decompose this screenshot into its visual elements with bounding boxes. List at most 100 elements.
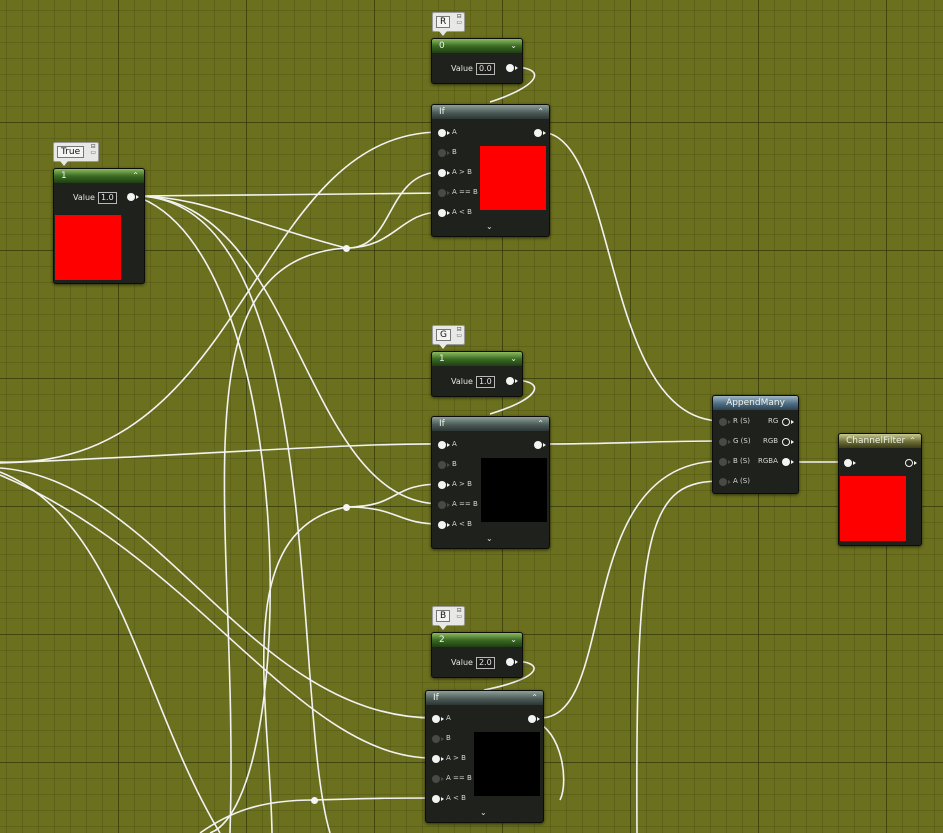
pin-label: R (S) [733,417,750,425]
input-pin-g[interactable] [719,438,731,446]
node-header[interactable]: If ⌃ [432,417,549,431]
input-pin-a[interactable] [438,129,450,137]
node-header[interactable]: AppendMany [713,396,798,410]
comment-text: R [436,16,451,28]
output-pin[interactable] [506,64,518,72]
comment-tail [439,625,447,630]
comment-options-icon[interactable]: ⊟ ▭ [90,144,96,156]
reroute-node[interactable] [311,797,318,804]
input-pin-b[interactable] [438,461,450,469]
output-pin[interactable] [506,377,518,385]
wire-if-b-to-append-b [539,460,723,719]
output-pin[interactable] [534,441,546,449]
output-pin-rg[interactable] [782,418,794,426]
pin-label: A [446,714,451,722]
chevron-down-icon[interactable]: ⌄ [486,534,493,543]
constant-node-r[interactable]: 0 ⌄ Value 0.0 [431,38,523,84]
chevron-up-icon[interactable]: ⌃ [909,434,916,448]
comment-text: True [57,146,85,158]
comment-true[interactable]: True ⊟ ▭ [53,142,99,166]
constant-node-b[interactable]: 2 ⌄ Value 2.0 [431,632,523,678]
wire-left-down [0,471,221,833]
constant-node-g[interactable]: 1 ⌄ Value 1.0 [431,351,523,397]
comment-b[interactable]: B ⊟ ▭ [432,606,465,630]
comment-options-icon[interactable]: ⊟ ▭ [456,608,462,620]
value-row: Value 1.0 [451,376,495,388]
if-node-g[interactable]: If ⌃ A B A > B A == B A < B ⌄ [431,416,550,549]
constant-node-true[interactable]: 1 ⌃ Value 1.0 [53,168,145,284]
chevron-down-icon[interactable]: ⌄ [510,352,517,366]
output-pin-rgba[interactable] [782,458,794,466]
chevron-up-icon[interactable]: ⌃ [132,169,139,183]
value-field[interactable]: 2.0 [475,657,495,669]
output-pin[interactable] [534,129,546,137]
input-pin-a-less-b[interactable] [438,521,450,529]
pin-label: A == B [446,774,472,782]
input-pin-r[interactable] [719,418,731,426]
chevron-down-icon[interactable]: ⌄ [480,808,487,817]
node-header[interactable]: 2 ⌄ [432,633,522,647]
comment-g[interactable]: G ⊟ ▭ [432,325,465,349]
pin-label: A [452,128,457,136]
input-pin-a-equals-b[interactable] [432,775,444,783]
pin-label: G (S) [733,437,751,445]
node-header[interactable]: If ⌃ [432,105,549,119]
node-title: AppendMany [726,398,785,408]
output-pin-rgb[interactable] [782,438,794,446]
pin-label: A == B [452,188,478,196]
input-pin-a[interactable] [438,441,450,449]
node-header[interactable]: 1 ⌄ [432,352,522,366]
node-title: 1 [61,171,67,181]
input-pin-a[interactable] [432,715,444,723]
pin-label: B (S) [733,457,750,465]
output-pin[interactable] [905,459,917,467]
value-field[interactable]: 1.0 [475,376,495,388]
node-title: If [439,107,445,117]
chevron-down-icon[interactable]: ⌄ [510,39,517,53]
input-pin-b[interactable] [719,458,731,466]
input-pin-a-less-b[interactable] [432,795,444,803]
chevron-up-icon[interactable]: ⌃ [537,417,544,431]
input-pin-a[interactable] [719,478,731,486]
node-header[interactable]: If ⌃ [426,691,543,705]
reroute-node[interactable] [343,245,350,252]
output-pin[interactable] [127,193,139,201]
input-pin-a-greater-b[interactable] [438,481,450,489]
wire-reroute-1-to-if-r-gt [345,171,442,249]
input-pin-b[interactable] [432,735,444,743]
wire-append-a-down [636,480,723,833]
if-node-r[interactable]: If ⌃ A B A > B A == B A < B ⌄ [431,104,550,237]
pin-label: B [452,460,457,468]
input-pin-a-less-b[interactable] [438,209,450,217]
value-field[interactable]: 0.0 [475,63,495,75]
comment-r[interactable]: R ⊟ ▭ [432,12,465,36]
node-header[interactable]: 0 ⌄ [432,39,522,53]
comment-options-icon[interactable]: ⊟ ▭ [456,14,462,26]
input-pin-b[interactable] [438,149,450,157]
if-node-b[interactable]: If ⌃ A B A > B A == B A < B ⌄ [425,690,544,823]
comment-options-icon[interactable]: ⊟ ▭ [456,327,462,339]
node-title: If [439,419,445,429]
wire-one-down-1 [134,195,331,833]
value-label: Value [73,193,95,202]
input-pin-a-equals-b[interactable] [438,501,450,509]
channel-filter-node[interactable]: ChannelFilter ⌃ [838,433,922,546]
reroute-node[interactable] [343,504,350,511]
node-header[interactable]: 1 ⌃ [54,169,144,183]
input-pin-a-greater-b[interactable] [438,169,450,177]
chevron-down-icon[interactable]: ⌄ [486,222,493,231]
chevron-up-icon[interactable]: ⌃ [537,105,544,119]
wire-one-down-2 [134,195,271,833]
comment-tail [439,31,447,36]
input-pin[interactable] [844,459,856,467]
input-pin-a-equals-b[interactable] [438,189,450,197]
value-field[interactable]: 1.0 [97,192,117,204]
output-pin[interactable] [506,658,518,666]
value-label: Value [451,377,473,386]
output-pin[interactable] [528,715,540,723]
chevron-up-icon[interactable]: ⌃ [531,691,538,705]
append-many-node[interactable]: AppendMany R (S) G (S) B (S) A (S) RG RG… [712,395,799,494]
input-pin-a-greater-b[interactable] [432,755,444,763]
node-header[interactable]: ChannelFilter ⌃ [839,434,921,448]
chevron-down-icon[interactable]: ⌄ [510,633,517,647]
